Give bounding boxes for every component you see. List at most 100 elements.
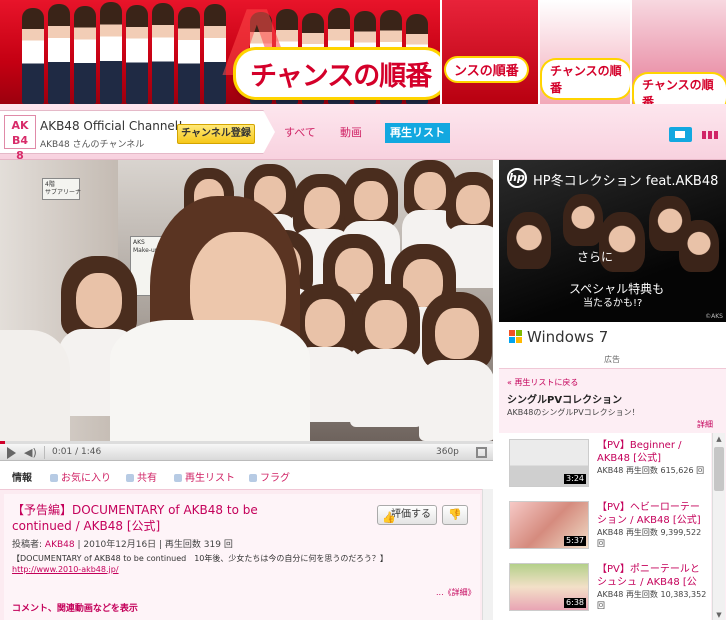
- tab-playlists[interactable]: 再生リスト: [385, 123, 450, 143]
- hp-logo: hp: [507, 168, 527, 188]
- playlist-item[interactable]: 6:38 【PV】ポニーテールとシュシュ / AKB48 [公 AKB48 再生…: [499, 557, 711, 617]
- video-person-shirt: [349, 349, 423, 427]
- video-main-person-shirt: [110, 320, 310, 443]
- tab-share-label: 共有: [137, 473, 157, 484]
- tab-videos[interactable]: 動画: [340, 123, 362, 143]
- description-link[interactable]: http://www.2010-akb48.jp/: [12, 565, 119, 574]
- playlist-detail-link[interactable]: 詳細: [697, 419, 713, 430]
- time-display: 0:01 / 1:46: [52, 447, 102, 457]
- play-icon[interactable]: [7, 447, 16, 459]
- video-person-face: [456, 184, 490, 225]
- banner-thumbnail-2: チャンスの順番: [538, 0, 630, 104]
- progress-bar[interactable]: [0, 441, 493, 444]
- channel-info: AKB48 AKB48 Official Channel! AKB48 さんのチ…: [0, 110, 275, 162]
- player-view-icon[interactable]: [669, 127, 692, 142]
- flag-icon: [249, 474, 257, 482]
- tab-all[interactable]: すべて: [284, 123, 316, 143]
- channel-avatar[interactable]: AKB48: [4, 115, 36, 162]
- banner-thumbnail-logo: ンスの順番: [446, 58, 527, 81]
- like-button-label: 評価する: [391, 509, 431, 520]
- playlist-item-author: AKB48: [597, 466, 624, 475]
- playlist-scrollbar[interactable]: ▲ ▼: [712, 433, 725, 620]
- scroll-up-icon[interactable]: ▲: [714, 434, 724, 444]
- quality-button[interactable]: 360p: [436, 446, 459, 459]
- channel-header: AKB48 AKB48 Official Channel! AKB48 さんのチ…: [0, 104, 726, 162]
- video-person-face: [365, 299, 407, 349]
- video-thumbnail: 6:38: [509, 563, 589, 611]
- windows7-ad[interactable]: Windows 7: [499, 323, 726, 351]
- control-divider: [44, 446, 45, 459]
- banner-person: [48, 4, 70, 104]
- tab-flag-label: フラグ: [260, 473, 290, 484]
- banner-song-logo: チャンスの順番: [236, 50, 446, 97]
- scroll-thumb[interactable]: [714, 447, 724, 491]
- video-meta: 投稿者: AKB48 | 2010年12月16日 | 再生回数 319 回: [12, 537, 233, 550]
- ad-person: [679, 220, 719, 272]
- tab-info[interactable]: 情報: [12, 469, 32, 484]
- volume-icon[interactable]: ◀): [24, 447, 37, 459]
- tab-favorite[interactable]: お気に入り: [50, 469, 111, 484]
- playlist-title: シングルPVコレクション: [507, 395, 623, 406]
- subscribe-button[interactable]: チャンネル登録: [177, 124, 255, 144]
- video-person-face: [304, 187, 340, 229]
- banner-person: [178, 7, 200, 104]
- video-person-face: [75, 273, 123, 329]
- show-more-link[interactable]: ...《詳細》: [436, 587, 476, 598]
- right-column: hp HP冬コレクション feat.AKB48 さらに スペシャル特典も 当たる…: [499, 160, 726, 620]
- tab-share[interactable]: 共有: [126, 469, 157, 484]
- playlist-item[interactable]: 5:37 【PV】ヘビーローテーション / AKB48 [公式] AKB48 再…: [499, 495, 711, 555]
- show-comments-link[interactable]: コメント、関連動画などを表示: [12, 601, 138, 614]
- playlist-item[interactable]: 3:24 【PV】Beginner / AKB48 [公式] AKB48 再生回…: [499, 433, 711, 493]
- ad-copy-1: さらに: [577, 250, 614, 264]
- video-description: 【DOCUMENTARY of AKB48 to be continued 10…: [12, 554, 388, 563]
- banner-person: [100, 2, 122, 104]
- windows-text: Windows 7: [527, 328, 609, 346]
- video-person-face: [435, 308, 479, 360]
- uploader-prefix: 投稿者:: [12, 540, 43, 550]
- tab-add-to-playlist-label: 再生リスト: [185, 473, 235, 484]
- channel-name[interactable]: AKB48 Official Channel!: [40, 119, 183, 133]
- date-views: | 2010年12月16日 | 再生回数 319 回: [74, 540, 233, 550]
- banner-person: [22, 8, 44, 104]
- playlist-item-title: 【PV】Beginner / AKB48 [公式]: [597, 440, 682, 464]
- video-person-face: [354, 180, 388, 221]
- video-player[interactable]: 4階 サブアリーナ AKS Make-up: [0, 160, 493, 443]
- banner-thumbnail-logo: チャンスの順番: [542, 60, 630, 98]
- ad-credit: ©AKS: [705, 313, 723, 320]
- playlist-subtitle: AKB48のシングルPVコレクション！: [507, 408, 640, 417]
- back-to-playlists-link[interactable]: « 再生リストに戻る: [507, 377, 578, 388]
- ad-title: HP冬コレクション feat.AKB48: [533, 174, 719, 189]
- banner-thumbnail-1: ンスの順番: [440, 0, 538, 104]
- channel-banner: A チャンスの順番 ンスの順番 チャンスの順番 チャンスの順番: [0, 0, 726, 104]
- thumbs-down-icon: 👎: [448, 508, 462, 521]
- video-person-face: [414, 172, 446, 210]
- video-person-face: [305, 299, 345, 347]
- banner-thumbnail-logo: チャンスの順番: [634, 74, 726, 104]
- video-person-shirt: [419, 359, 493, 441]
- grid-view-icon[interactable]: [698, 127, 721, 142]
- playlist-item-title: 【PV】ポニーテールとシュシュ / AKB48 [公: [597, 564, 700, 588]
- banner-person: [126, 5, 148, 104]
- dislike-button[interactable]: 👎: [442, 505, 468, 525]
- video-thumbnail: 5:37: [509, 501, 589, 549]
- page-scrollbar[interactable]: [482, 489, 493, 620]
- tab-favorite-label: お気に入り: [61, 473, 111, 484]
- playlist-item-author: AKB48: [597, 528, 624, 537]
- like-button[interactable]: 👍 評価する: [377, 505, 437, 525]
- video-thumbnail: 3:24: [509, 439, 589, 487]
- video-info-content: 【予告編】DOCUMENTARY of AKB48 to be continue…: [4, 494, 480, 620]
- fullscreen-icon[interactable]: [476, 447, 487, 458]
- tab-add-to-playlist[interactable]: 再生リスト: [174, 469, 235, 484]
- ad-copy-3: 当たるかも!?: [583, 298, 643, 309]
- hp-ad-banner[interactable]: hp HP冬コレクション feat.AKB48 さらに スペシャル特典も 当たる…: [499, 160, 726, 322]
- playlist-item-title: 【PV】ヘビーローテーション / AKB48 [公式]: [597, 502, 701, 526]
- scroll-down-icon[interactable]: ▼: [714, 610, 724, 620]
- playlist-item-meta: AKB48 再生回数 615,626 回: [597, 465, 707, 476]
- tab-flag[interactable]: フラグ: [249, 469, 290, 484]
- video-sign-text: 4階 サブアリーナ: [45, 181, 82, 196]
- heart-icon: [50, 474, 58, 482]
- uploader-link[interactable]: AKB48: [45, 540, 75, 550]
- ad-person: [507, 212, 551, 270]
- playlist-item-meta: AKB48 再生回数 9,399,522 回: [597, 527, 707, 549]
- progress-fill: [0, 441, 5, 444]
